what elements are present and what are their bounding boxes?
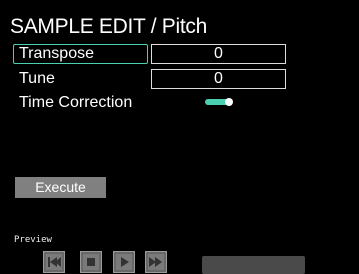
preview-label: Preview	[14, 235, 52, 245]
stop-icon	[81, 252, 101, 272]
preview-progress-bar	[202, 256, 305, 274]
toggle-knob	[225, 98, 233, 106]
play-icon	[114, 252, 134, 272]
fast-forward-icon	[146, 252, 166, 272]
page-title: SAMPLE EDIT / Pitch	[10, 15, 207, 38]
time-correction-label[interactable]: Time Correction	[19, 93, 132, 113]
transpose-label[interactable]: Transpose	[19, 44, 94, 64]
execute-button[interactable]: Execute	[15, 177, 106, 198]
tune-label[interactable]: Tune	[19, 69, 55, 89]
time-correction-toggle[interactable]	[205, 98, 233, 106]
skip-to-start-icon	[44, 252, 64, 272]
skip-to-start-button[interactable]	[43, 251, 65, 273]
fast-forward-button[interactable]	[145, 251, 167, 273]
play-button[interactable]	[113, 251, 135, 273]
transpose-value-field[interactable]: 0	[151, 44, 286, 64]
tune-value-field[interactable]: 0	[151, 69, 286, 89]
stop-button[interactable]	[80, 251, 102, 273]
